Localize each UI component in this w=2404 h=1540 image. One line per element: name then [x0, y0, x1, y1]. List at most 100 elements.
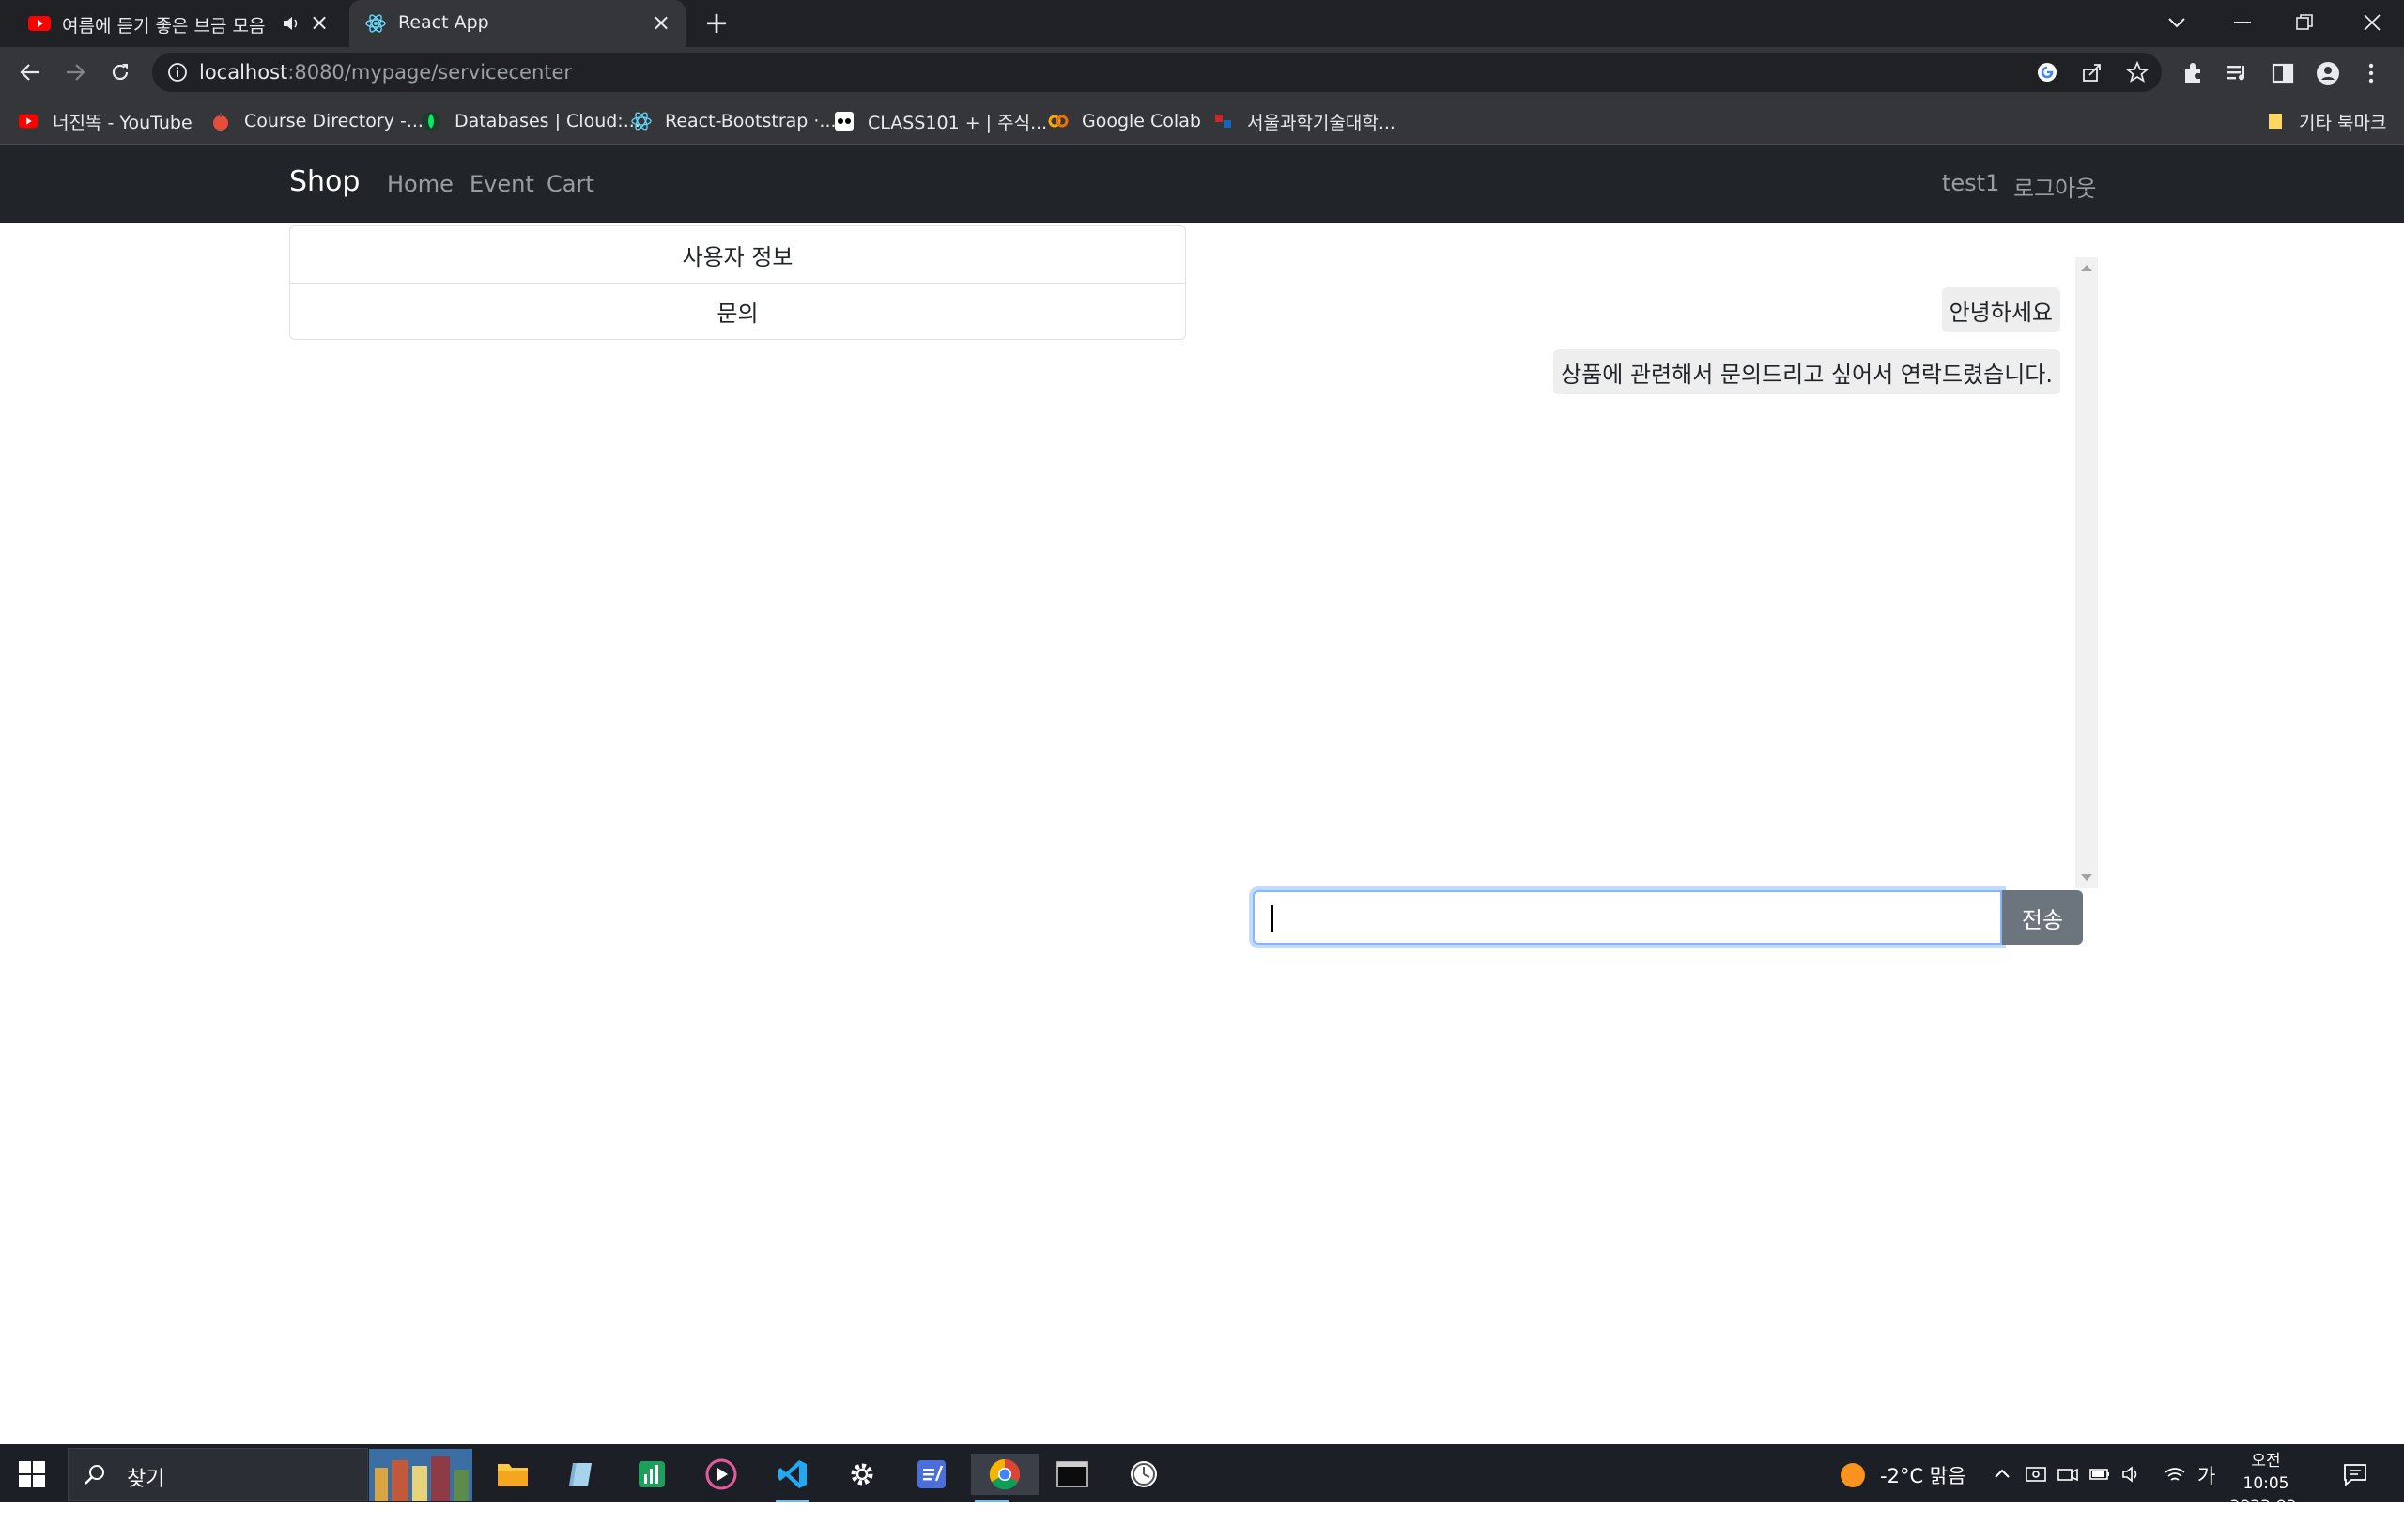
tab-youtube[interactable]: 여름에 듣기 좋은 브금 모음 ×	[13, 0, 344, 47]
profile-avatar-icon[interactable]	[2316, 61, 2340, 85]
camera-icon[interactable]	[2057, 1463, 2079, 1486]
battery-icon[interactable]	[2088, 1463, 2111, 1486]
nav-link-event[interactable]: Event	[470, 171, 534, 197]
wifi-icon[interactable]	[2164, 1463, 2186, 1486]
bookmark-label: CLASS101 + | 주식...	[868, 112, 1048, 133]
spreadsheet-app-icon[interactable]	[631, 1454, 672, 1495]
volume-icon[interactable]	[2120, 1463, 2143, 1486]
minimize-icon[interactable]	[2226, 6, 2259, 39]
back-arrow-icon[interactable]	[13, 55, 47, 89]
logout-link[interactable]: 로그아웃	[2013, 170, 2096, 203]
weather-sun-icon[interactable]	[1839, 1461, 1867, 1489]
nav-link-cart[interactable]: Cart	[547, 171, 594, 197]
react-bootstrap-icon	[631, 112, 652, 131]
send-button[interactable]: 전송	[2002, 890, 2083, 945]
tab-title: 여름에 듣기 좋은 브금 모음	[62, 16, 266, 37]
docs-app-icon[interactable]	[911, 1454, 952, 1495]
search-placeholder: 찾기	[127, 1468, 165, 1491]
vscode-icon[interactable]	[772, 1454, 813, 1502]
chat-scrollbar[interactable]	[2075, 257, 2098, 888]
bookmark-star-icon[interactable]	[2126, 61, 2149, 84]
share-icon[interactable]	[2081, 61, 2104, 84]
chat-input[interactable]	[1253, 890, 2002, 945]
windows-start-icon[interactable]	[15, 1457, 49, 1491]
university-icon	[1215, 115, 1231, 128]
class101-icon	[835, 112, 854, 131]
screen-capture-icon[interactable]	[2025, 1463, 2047, 1486]
file-explorer-icon[interactable]	[492, 1454, 533, 1495]
restore-icon[interactable]	[2288, 6, 2321, 39]
search-icon	[85, 1465, 104, 1485]
notification-icon[interactable]	[2342, 1461, 2368, 1487]
chat-message-area[interactable]: 안녕하세요 상품에 관련해서 문의드리고 싶어서 연락드렸습니다.	[1249, 257, 2098, 888]
bookmark-youtube[interactable]: 너진똑 - YouTube	[19, 107, 193, 135]
menu-item-inquiry[interactable]: 문의	[290, 283, 1185, 339]
menu-item-user-info[interactable]: 사용자 정보	[290, 226, 1185, 283]
bookmarks-bar: 너진똑 - YouTube Course Directory -... Data…	[0, 98, 2404, 145]
browser-tab-bar: 여름에 듣기 좋은 브금 모음 × React App × +	[0, 0, 2404, 47]
youtube-icon	[28, 16, 51, 31]
bookmark-react-bootstrap[interactable]: React-Bootstrap ·...	[631, 107, 837, 135]
bookmark-class101[interactable]: CLASS101 + | 주식...	[834, 107, 1047, 135]
bookmark-label: Databases | Cloud:...	[455, 111, 640, 131]
chat-message: 안녕하세요	[1941, 287, 2060, 332]
bookmark-course-directory[interactable]: Course Directory -...	[210, 107, 424, 135]
folder-icon	[2269, 114, 2282, 129]
bookmark-databases[interactable]: Databases | Cloud:...	[421, 107, 640, 135]
tab-react-app[interactable]: React App ×	[349, 0, 686, 47]
terminal-icon[interactable]	[1052, 1454, 1093, 1495]
close-window-icon[interactable]	[2355, 6, 2389, 39]
chrome-icon[interactable]	[971, 1454, 1039, 1502]
extensions-icon[interactable]	[2181, 61, 2205, 85]
windows-taskbar: 찾기 -2°C 맑음 가 오전 10:05 2023-02-21	[0, 1444, 2404, 1538]
scroll-down-arrow-icon[interactable]	[2081, 874, 2092, 881]
clock-date: 2023-02-21	[2229, 1497, 2303, 1538]
address-bar[interactable]: localhost:8080/mypage/servicecenter	[152, 53, 2162, 92]
tab-search-icon[interactable]	[2160, 6, 2194, 39]
forward-arrow-icon[interactable]	[58, 55, 92, 89]
nav-link-home[interactable]: Home	[387, 171, 454, 197]
url-text[interactable]: localhost:8080/mypage/servicecenter	[199, 61, 572, 84]
scroll-up-arrow-icon[interactable]	[2081, 265, 2092, 271]
text-caret	[1271, 905, 1273, 932]
nav-username[interactable]: test1	[1942, 170, 1999, 196]
settings-gear-icon[interactable]	[841, 1454, 883, 1495]
bookmark-label: 너진똑 - YouTube	[53, 112, 193, 133]
bookmark-label: 서울과학기술대학...	[1247, 112, 1395, 133]
url-path: :8080/mypage/servicecenter	[287, 61, 573, 84]
media-control-icon[interactable]	[2226, 61, 2250, 85]
taskbar-search[interactable]: 찾기	[68, 1448, 472, 1502]
bookmark-google-colab[interactable]: Google Colab	[1048, 107, 1201, 135]
media-player-icon[interactable]	[701, 1454, 742, 1495]
weather-text[interactable]: -2°C 맑음	[1880, 1461, 1965, 1489]
system-clock[interactable]: 오전 10:05 2023-02-21	[2227, 1450, 2304, 1540]
bookmark-label: 기타 북마크	[2299, 112, 2387, 133]
ime-indicator[interactable]: 가	[2197, 1461, 2215, 1489]
bookmark-university[interactable]: 서울과학기술대학...	[1213, 107, 1395, 135]
browser-toolbar: localhost:8080/mypage/servicecenter	[0, 47, 2404, 98]
navbar-brand[interactable]: Shop	[289, 165, 360, 198]
chevron-up-icon[interactable]	[1991, 1463, 2013, 1486]
reload-icon[interactable]	[103, 55, 137, 89]
close-tab-icon[interactable]: ×	[650, 11, 672, 34]
speaker-icon[interactable]	[282, 14, 300, 33]
bookmark-other-folder[interactable]: 기타 북마크	[2265, 107, 2386, 135]
menu-kebab-icon[interactable]	[2359, 61, 2383, 85]
bookmark-label: Course Directory -...	[244, 111, 424, 131]
bookmark-label: React-Bootstrap ·...	[665, 111, 837, 131]
search-highlight-image[interactable]	[369, 1449, 472, 1502]
react-icon	[365, 14, 386, 33]
google-icon[interactable]	[2036, 61, 2058, 84]
mongodb-leaf-icon	[422, 112, 440, 131]
colab-icon	[1048, 115, 1069, 128]
clock-app-icon[interactable]	[1123, 1454, 1164, 1495]
side-panel-icon[interactable]	[2271, 61, 2295, 85]
close-tab-icon[interactable]: ×	[308, 11, 331, 34]
chat-message: 상품에 관련해서 문의드리고 싶어서 연락드렸습니다.	[1553, 349, 2060, 394]
notepad-app-icon[interactable]	[562, 1454, 603, 1495]
app-navbar: Shop Home Event Cart test1 로그아웃	[0, 145, 2404, 223]
mypage-menu: 사용자 정보 문의	[289, 225, 1186, 340]
apple-icon	[213, 113, 228, 131]
site-info-icon[interactable]	[167, 62, 188, 83]
new-tab-button[interactable]: +	[702, 8, 731, 38]
